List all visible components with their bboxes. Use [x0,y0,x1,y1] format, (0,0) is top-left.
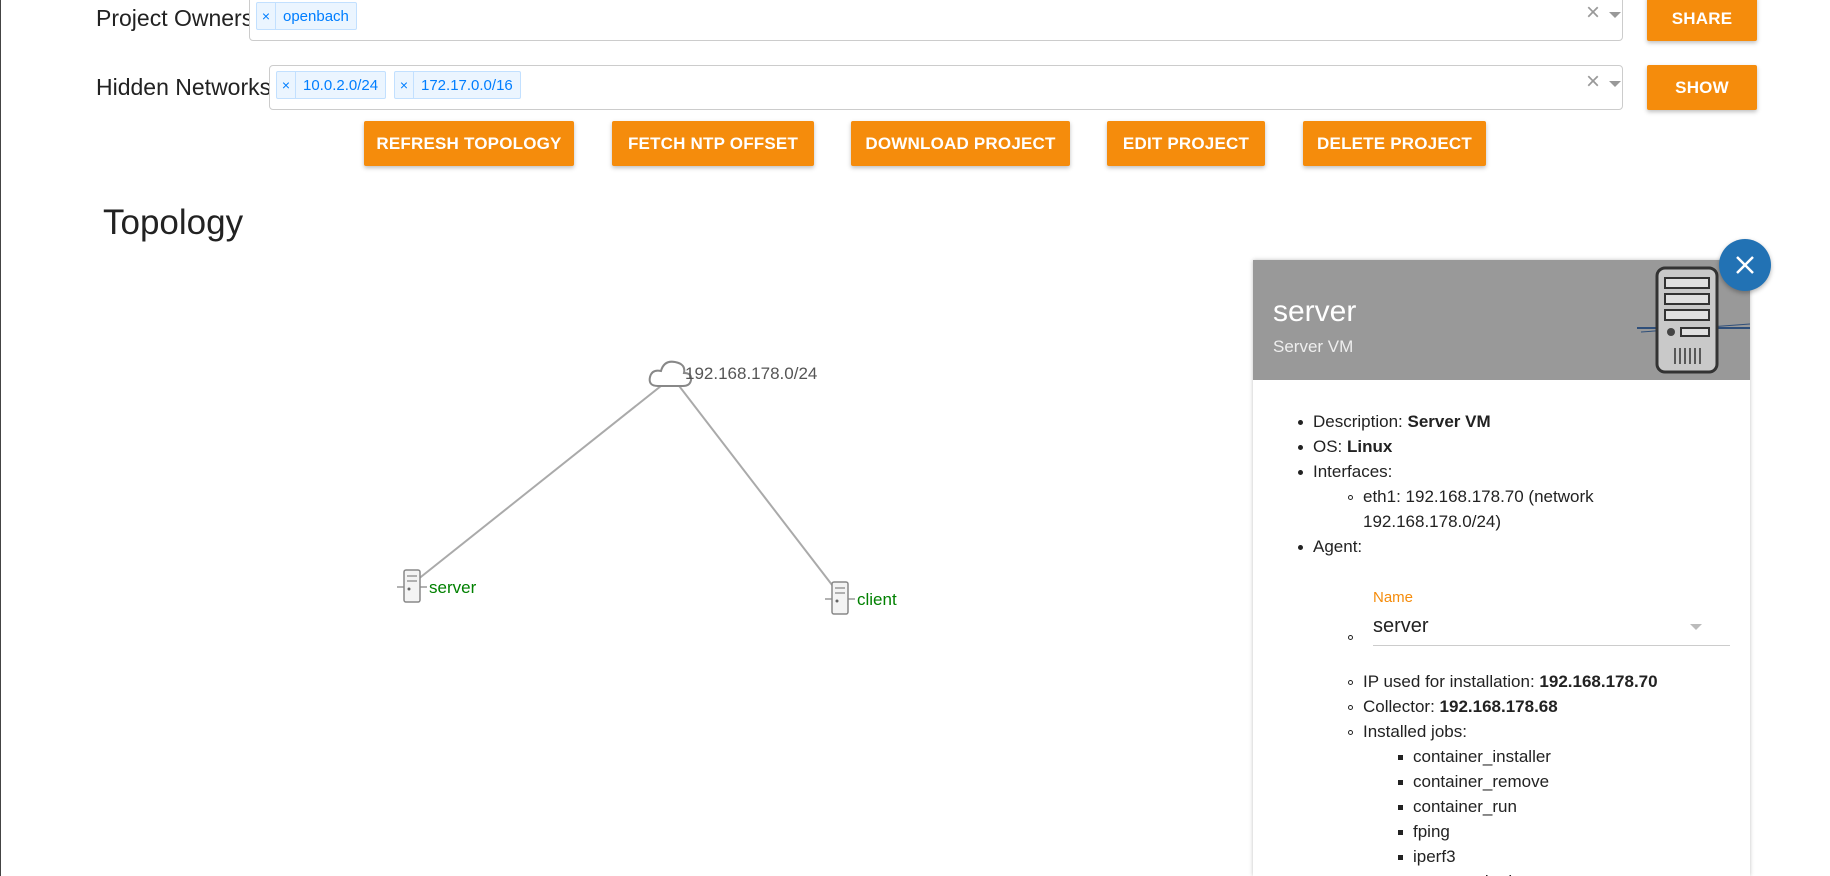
chevron-down-icon[interactable] [1690,624,1702,630]
panel-subtitle: Server VM [1273,337,1354,356]
network-tag: × 172.17.0.0/16 [394,71,521,99]
project-owners-select[interactable]: × openbach × [249,0,1623,41]
bullet [1298,420,1303,425]
remove-tag-icon[interactable]: × [277,72,296,98]
sub-bullet [1348,680,1353,685]
delete-project-button[interactable]: DELETE PROJECT [1303,121,1486,166]
window-edge [0,0,1,876]
sub-bullet [1348,730,1353,735]
server-node-label[interactable]: server [429,578,476,598]
job-bullet [1398,755,1403,760]
collector-item: Collector: 192.168.178.68 [1363,697,1558,716]
share-button[interactable]: SHARE [1647,0,1757,41]
owner-tag: × openbach [256,2,357,30]
job-bullet [1398,830,1403,835]
job-item: iperf3 [1413,847,1456,866]
chevron-down-icon[interactable] [1609,81,1621,87]
chevron-down-icon[interactable] [1609,12,1621,18]
fetch-ntp-offset-button[interactable]: FETCH NTP OFFSET [612,121,814,166]
graph-edge-server [411,377,672,585]
job-item: container_remove [1413,772,1550,791]
clear-icon[interactable]: × [1586,0,1600,27]
close-panel-button[interactable] [1719,239,1771,291]
job-item: rate_monitoring [1413,872,1531,876]
refresh-topology-button[interactable]: REFRESH TOPOLOGY [364,121,574,166]
edit-project-button[interactable]: EDIT PROJECT [1107,121,1265,166]
remove-tag-icon[interactable]: × [395,72,414,98]
job-bullet [1398,805,1403,810]
name-field-label: Name [1373,589,1414,606]
graph-edge-client [672,377,840,595]
clear-icon[interactable]: × [1586,68,1600,96]
bullet [1298,445,1303,450]
panel-title: server [1273,295,1357,328]
job-bullet [1398,780,1403,785]
ip-item: IP used for installation: 192.168.178.70 [1363,672,1658,691]
sub-bullet [1348,705,1353,710]
job-item: container_installer [1413,747,1551,766]
network-tag: × 10.0.2.0/24 [276,71,387,99]
job-item: fping [1413,822,1450,841]
interface-eth1: eth1: 192.168.178.70 (network [1363,487,1594,506]
network-label[interactable]: 192.168.178.0/24 [685,364,817,384]
remove-tag-icon[interactable]: × [257,3,276,29]
server-node-icon[interactable] [397,569,427,603]
download-project-button[interactable]: DOWNLOAD PROJECT [851,121,1070,166]
interface-network: 192.168.178.0/24) [1363,512,1502,531]
installed-jobs-item: Installed jobs: [1363,722,1467,741]
sub-bullet [1348,495,1353,500]
agent-name-select[interactable]: server [1373,615,1429,638]
client-node-label[interactable]: client [857,590,897,610]
client-node-icon[interactable] [825,581,855,615]
hidden-networks-label: Hidden Networks [96,74,272,100]
project-owners-label: Project Owners [96,5,254,31]
job-bullet [1398,855,1403,860]
os-item: OS: Linux [1313,437,1393,456]
agent-item: Agent: [1313,537,1363,556]
bullet [1298,470,1303,475]
name-field-underline [1373,645,1730,646]
hidden-networks-select[interactable]: × 10.0.2.0/24 × 172.17.0.0/16 × [269,65,1623,110]
sub-bullet [1348,635,1353,640]
panel-header: server Server VM [1253,260,1750,380]
node-details-panel: server Server VM Description: Server VM [1253,260,1750,876]
topology-title: Topology [103,203,244,242]
interfaces-item: Interfaces: [1313,462,1393,481]
job-item: container_run [1413,797,1517,816]
description-item: Description: Server VM [1313,412,1491,431]
close-icon [1736,256,1754,274]
show-button[interactable]: SHOW [1647,65,1757,110]
bullet [1298,545,1303,550]
